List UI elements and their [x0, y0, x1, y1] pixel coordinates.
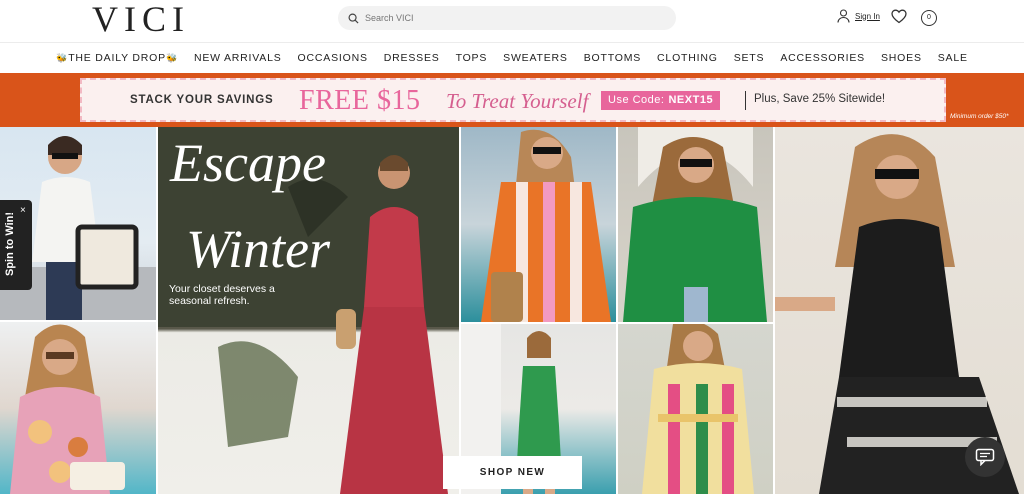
sign-in-link[interactable]: Sign In: [837, 9, 880, 23]
nav-item-daily-drop[interactable]: 🐝THE DAILY DROP🐝: [56, 52, 178, 64]
promo-stack-text: STACK YOUR SAVINGS: [130, 94, 274, 106]
nav-item-new-arrivals[interactable]: NEW ARRIVALS: [194, 52, 282, 64]
nav-item-tops[interactable]: TOPS: [456, 52, 488, 64]
promo-free-text: FREE $15: [299, 85, 421, 116]
model-photo: [10, 324, 125, 494]
nav-item-label: THE DAILY DROP: [68, 52, 166, 64]
user-icon: [837, 9, 850, 23]
search-bar[interactable]: [338, 6, 676, 30]
hero-tile-print-dress[interactable]: [618, 324, 773, 494]
main-nav: 🐝THE DAILY DROP🐝 NEW ARRIVALS OCCASIONS …: [0, 42, 1024, 73]
nav-item-bottoms[interactable]: BOTTOMS: [584, 52, 641, 64]
promo-card[interactable]: STACK YOUR SAVINGS FREE $15 To Treat You…: [80, 78, 946, 122]
promo-plus-text: Plus, Save 25% Sitewide!: [754, 93, 886, 105]
promo-minimum-note: Minimum order $50*: [950, 113, 1009, 120]
wishlist-heart-icon[interactable]: [891, 9, 907, 24]
model-photo: [623, 127, 767, 322]
bee-icon: 🐝: [165, 53, 178, 63]
search-icon: [348, 13, 359, 24]
search-input[interactable]: [365, 13, 665, 23]
bee-icon: 🐝: [56, 53, 69, 63]
spin-to-win-tab[interactable]: × Spin to Win!: [0, 200, 32, 290]
close-icon[interactable]: ×: [20, 205, 26, 216]
shop-new-button[interactable]: SHOP NEW: [443, 456, 582, 489]
chat-icon: [975, 448, 995, 466]
hero-tile-green-blouse[interactable]: [618, 127, 773, 322]
hero-subtitle: Your closet deserves a seasonal refresh.: [169, 283, 275, 307]
model-photo: [642, 324, 754, 494]
hero-headline-line2: Winter: [186, 219, 330, 279]
nav-item-occasions[interactable]: OCCASIONS: [298, 52, 368, 64]
promo-code-label: Use Code:: [608, 94, 665, 106]
cart-count-icon[interactable]: 0: [921, 10, 937, 26]
hero-headline-line1: Escape: [170, 133, 326, 193]
promo-code-badge: Use Code: NEXT15: [601, 91, 721, 110]
nav-item-sale[interactable]: SALE: [938, 52, 968, 64]
nav-item-shoes[interactable]: SHOES: [881, 52, 922, 64]
chat-button[interactable]: [965, 437, 1005, 477]
site-logo[interactable]: VICI: [92, 0, 190, 38]
sign-in-label: Sign In: [855, 11, 880, 21]
hero-tile-floral-dress[interactable]: [0, 322, 156, 494]
nav-item-accessories[interactable]: ACCESSORIES: [780, 52, 865, 64]
spin-to-win-label: Spin to Win!: [4, 211, 16, 276]
nav-item-clothing[interactable]: CLOTHING: [657, 52, 718, 64]
promo-code-value: NEXT15: [668, 94, 714, 106]
nav-item-dresses[interactable]: DRESSES: [384, 52, 440, 64]
site-header: VICI Sign In 0: [0, 0, 1024, 42]
nav-item-sweaters[interactable]: SWEATERS: [503, 52, 568, 64]
hero-tile-striped-tunic[interactable]: [461, 127, 616, 322]
nav-item-sets[interactable]: SETS: [734, 52, 765, 64]
model-photo: [481, 129, 611, 322]
promo-treat-text: To Treat Yourself: [446, 89, 589, 113]
promo-divider: [745, 91, 746, 110]
